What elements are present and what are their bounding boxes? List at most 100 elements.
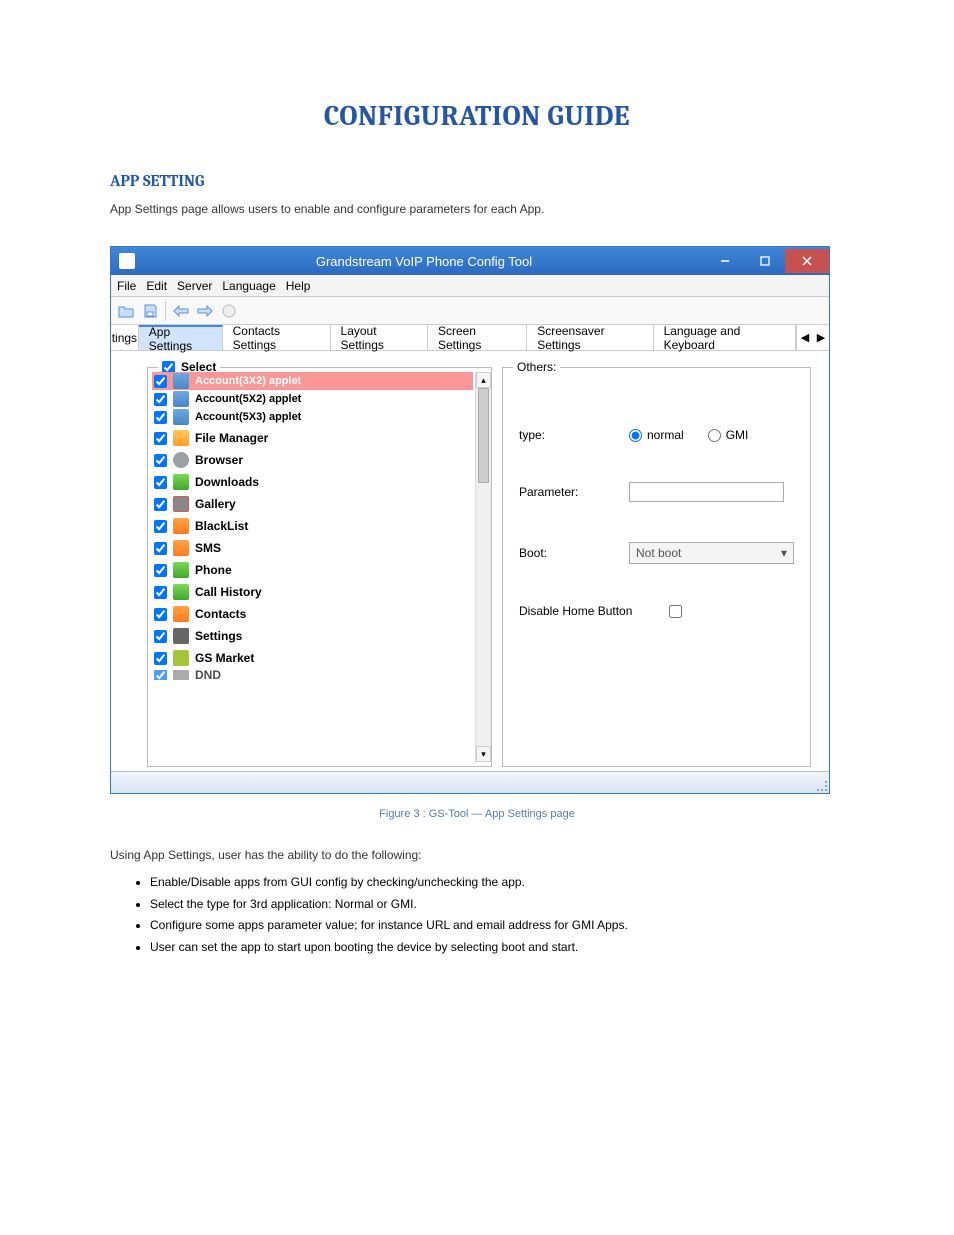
item-label: BlackList	[195, 519, 248, 533]
scrollbar[interactable]: ▴ ▾	[475, 372, 491, 762]
tab-screen-settings[interactable]: Screen Settings	[428, 325, 527, 350]
item-checkbox[interactable]	[154, 476, 167, 489]
document-title: CONFIGURATION GUIDE	[110, 100, 844, 132]
app-icon	[173, 606, 189, 622]
item-checkbox[interactable]	[154, 498, 167, 511]
resize-grip-icon[interactable]	[815, 779, 827, 791]
scroll-down-icon[interactable]: ▾	[476, 746, 491, 762]
tabs-row: tings App Settings Contacts Settings Lay…	[111, 325, 829, 351]
item-checkbox[interactable]	[154, 542, 167, 555]
item-checkbox[interactable]	[154, 652, 167, 665]
others-group-label: Others:	[513, 360, 560, 374]
open-icon[interactable]	[117, 302, 135, 320]
close-button[interactable]	[785, 249, 829, 273]
app-window: Grandstream VoIP Phone Config Tool File …	[110, 246, 830, 794]
list-item[interactable]: Account(3X2) applet	[152, 372, 473, 390]
item-checkbox[interactable]	[154, 411, 167, 424]
item-checkbox[interactable]	[154, 586, 167, 599]
list-item[interactable]: Contacts	[152, 604, 473, 624]
app-list: Account(3X2) applet Account(5X2) appletAc…	[152, 372, 491, 680]
type-radio-normal[interactable]: normal	[629, 428, 684, 442]
app-icon	[119, 253, 135, 269]
minimize-button[interactable]	[705, 249, 745, 273]
item-label: DND	[195, 670, 221, 680]
bullet-item: Enable/Disable apps from GUI config by c…	[150, 872, 844, 894]
tab-scroll-right-icon[interactable]: ▶	[813, 325, 829, 350]
list-item[interactable]: Call History	[152, 582, 473, 602]
item-checkbox[interactable]	[154, 393, 167, 406]
scroll-thumb[interactable]	[478, 388, 489, 483]
app-icon	[173, 373, 189, 389]
tab-cut-left: tings	[111, 325, 139, 350]
section-heading: APP SETTING	[110, 172, 844, 190]
parameter-input[interactable]	[629, 482, 784, 502]
item-checkbox[interactable]	[154, 520, 167, 533]
tab-scroll-left-icon[interactable]: ◀	[797, 325, 813, 350]
app-icon	[173, 452, 189, 468]
tab-app-settings[interactable]: App Settings	[139, 325, 223, 350]
app-icon	[173, 540, 189, 556]
item-label: Settings	[195, 629, 242, 643]
list-item[interactable]: Settings	[152, 626, 473, 646]
tab-contacts-settings[interactable]: Contacts Settings	[223, 325, 331, 350]
item-label: Browser	[195, 453, 243, 467]
item-checkbox[interactable]	[154, 608, 167, 621]
tab-screensaver-settings[interactable]: Screensaver Settings	[527, 325, 653, 350]
item-label: SMS	[195, 541, 221, 555]
menu-file[interactable]: File	[117, 279, 136, 293]
menu-server[interactable]: Server	[177, 279, 212, 293]
maximize-button[interactable]	[745, 249, 785, 273]
item-label: Downloads	[195, 475, 259, 489]
list-item[interactable]: GS Market	[152, 648, 473, 668]
list-item[interactable]: Gallery	[152, 494, 473, 514]
record-icon[interactable]	[220, 302, 238, 320]
section-description: App Settings page allows users to enable…	[110, 202, 844, 216]
app-icon	[173, 670, 189, 680]
boot-select[interactable]: Not boot ▾	[629, 542, 794, 564]
disable-home-checkbox[interactable]	[669, 605, 682, 618]
list-item[interactable]: Account(5X2) applet	[152, 390, 473, 408]
item-checkbox[interactable]	[154, 564, 167, 577]
menu-language[interactable]: Language	[222, 279, 275, 293]
bullet-item: User can set the app to start upon booti…	[150, 937, 844, 959]
app-icon	[173, 628, 189, 644]
list-item[interactable]: Downloads	[152, 472, 473, 492]
item-checkbox[interactable]	[154, 454, 167, 467]
item-checkbox[interactable]	[154, 375, 167, 388]
parameter-label: Parameter:	[519, 485, 629, 499]
app-icon	[173, 391, 189, 407]
app-icon	[173, 474, 189, 490]
type-label: type:	[519, 428, 629, 442]
save-icon[interactable]	[141, 302, 159, 320]
list-item[interactable]: Browser	[152, 450, 473, 470]
list-item[interactable]: Account(5X3) applet	[152, 408, 473, 426]
menu-help[interactable]: Help	[286, 279, 311, 293]
item-label: Phone	[195, 563, 232, 577]
boot-value-text: Not boot	[636, 546, 681, 560]
title-bar: Grandstream VoIP Phone Config Tool	[111, 247, 829, 275]
back-icon[interactable]	[172, 302, 190, 320]
toolbar-divider	[165, 301, 166, 321]
list-item[interactable]: File Manager	[152, 428, 473, 448]
forward-icon[interactable]	[196, 302, 214, 320]
figure-caption: Figure 3 : GS-Tool — App Settings page	[110, 808, 844, 820]
scroll-up-icon[interactable]: ▴	[476, 372, 491, 388]
list-item[interactable]: BlackList	[152, 516, 473, 536]
body-text: Using App Settings, user has the ability…	[110, 846, 844, 864]
tab-language-keyboard[interactable]: Language and Keyboard	[654, 325, 796, 350]
item-checkbox[interactable]	[154, 432, 167, 445]
window-title: Grandstream VoIP Phone Config Tool	[143, 254, 705, 269]
item-checkbox[interactable]	[154, 670, 167, 680]
tab-layout-settings[interactable]: Layout Settings	[331, 325, 428, 350]
item-checkbox[interactable]	[154, 630, 167, 643]
type-radio-gmi[interactable]: GMI	[708, 428, 749, 442]
list-item[interactable]: DND	[152, 670, 473, 680]
item-label: Call History	[195, 585, 262, 599]
list-item[interactable]: SMS	[152, 538, 473, 558]
menu-edit[interactable]: Edit	[146, 279, 167, 293]
item-label: Contacts	[195, 607, 246, 621]
app-icon	[173, 584, 189, 600]
item-label: Account(3X2) applet	[195, 375, 301, 387]
type-normal-text: normal	[647, 428, 684, 442]
list-item[interactable]: Phone	[152, 560, 473, 580]
